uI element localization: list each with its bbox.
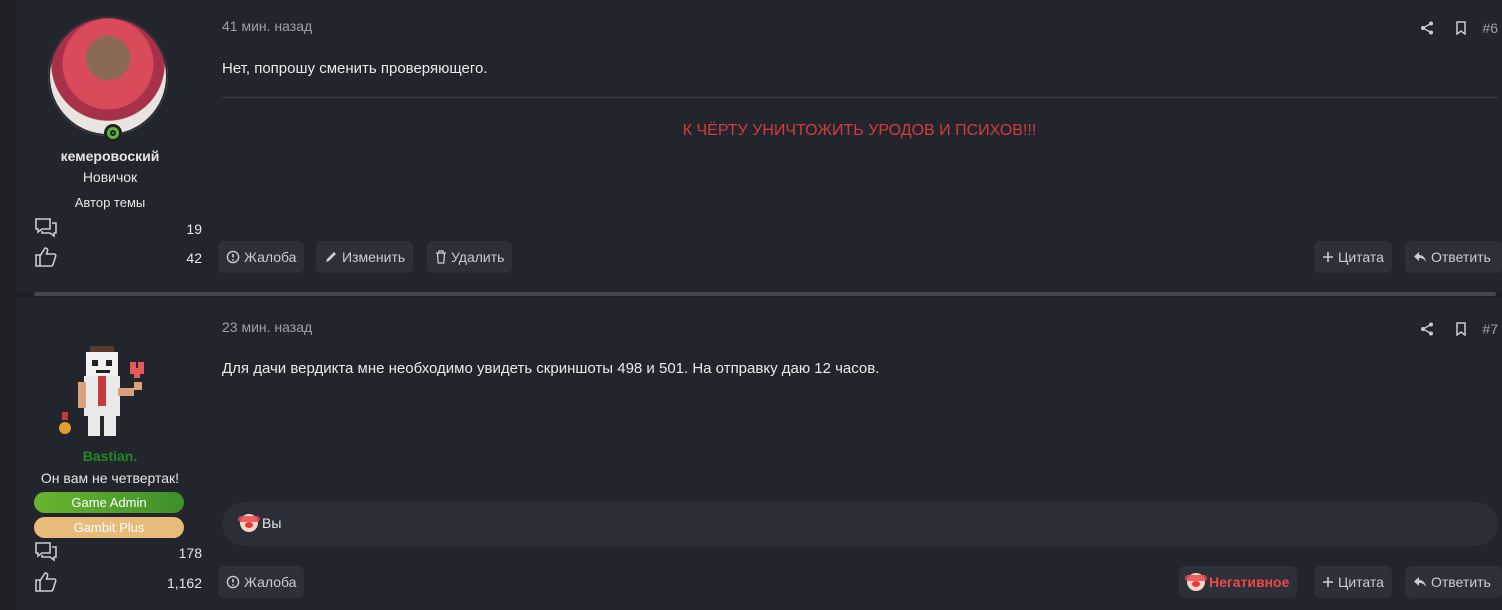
post-time[interactable]: 41 мин. назад xyxy=(222,18,312,34)
post-separator xyxy=(34,292,1496,296)
plus-icon xyxy=(1323,577,1333,587)
reactions-count: 42 xyxy=(186,250,202,266)
messages-icon xyxy=(35,218,57,238)
clown-reaction-icon xyxy=(238,514,260,532)
post-number[interactable]: #7 xyxy=(1482,321,1498,337)
thumbs-up-icon xyxy=(35,572,57,592)
delete-button[interactable]: Удалить xyxy=(427,241,513,273)
reply-icon xyxy=(1414,252,1426,262)
reply-button[interactable]: Ответить xyxy=(1405,566,1502,598)
messages-count: 178 xyxy=(178,545,202,561)
post-7: Bastian. Он вам не четвертак! Game Admin… xyxy=(16,298,1502,610)
share-icon[interactable] xyxy=(1410,18,1444,38)
reactions-bar[interactable]: Вы xyxy=(222,502,1498,546)
report-button[interactable]: Жалоба xyxy=(218,241,305,273)
badge-game-admin: Game Admin xyxy=(34,492,184,513)
user-rank: Он вам не четвертак! xyxy=(40,470,180,486)
messages-icon xyxy=(35,542,57,562)
quote-button[interactable]: Цитата xyxy=(1314,241,1392,273)
stat-reactions: 1,162 xyxy=(34,571,204,595)
post-actions: #6 xyxy=(1410,18,1498,38)
reply-label: Ответить xyxy=(1431,249,1491,265)
user-subrank: Автор темы xyxy=(74,195,146,210)
negative-reaction-label: Негативное xyxy=(1209,574,1290,590)
delete-label: Удалить xyxy=(451,249,505,265)
pencil-icon xyxy=(326,252,336,262)
stat-messages: 19 xyxy=(34,217,204,241)
post-time[interactable]: 23 мин. назад xyxy=(222,319,312,335)
username[interactable]: Bastian. xyxy=(16,448,204,464)
edit-button[interactable]: Изменить xyxy=(316,241,414,273)
quote-label: Цитата xyxy=(1338,249,1384,265)
trash-icon xyxy=(436,250,446,264)
messages-count: 19 xyxy=(186,221,202,237)
avatar[interactable] xyxy=(48,342,170,464)
badge-gambit-plus: Gambit Plus xyxy=(34,517,184,538)
stat-messages: 178 xyxy=(34,541,204,565)
post-actions: #7 xyxy=(1410,319,1498,339)
stat-reactions: 42 xyxy=(34,246,204,270)
negative-reaction-button[interactable]: Негативное xyxy=(1179,566,1298,598)
quote-button[interactable]: Цитата xyxy=(1314,566,1392,598)
signature-divider xyxy=(222,97,1497,98)
report-label: Жалоба xyxy=(244,249,297,265)
avatar-image xyxy=(48,16,168,136)
post-6: кемеровоский Новичок Автор темы 19 42 41… xyxy=(16,0,1502,292)
bookmark-icon[interactable] xyxy=(1444,18,1478,38)
report-button[interactable]: Жалоба xyxy=(218,566,305,598)
avatar[interactable] xyxy=(48,16,170,142)
bookmark-icon[interactable] xyxy=(1444,319,1478,339)
online-status-icon xyxy=(104,124,122,142)
reply-button[interactable]: Ответить xyxy=(1405,241,1502,273)
edit-label: Изменить xyxy=(342,249,406,265)
thumbs-up-icon xyxy=(35,247,57,267)
reactions-count: 1,162 xyxy=(166,575,202,591)
reply-icon xyxy=(1414,577,1426,587)
plus-icon xyxy=(1323,252,1333,262)
reactions-users[interactable]: Вы xyxy=(262,515,281,531)
user-rank: Новичок xyxy=(82,169,138,185)
clown-reaction-icon xyxy=(1185,573,1207,591)
signature: К ЧЁРТУ УНИЧТОЖИТЬ УРОДОВ И ПСИХОВ!!! xyxy=(682,122,1037,139)
pixel-avatar-image xyxy=(59,346,144,436)
share-icon[interactable] xyxy=(1410,319,1444,339)
post-message: Нет, попрошу сменить проверяющего. xyxy=(222,60,488,77)
quote-label: Цитата xyxy=(1338,574,1384,590)
username[interactable]: кемеровоский xyxy=(16,148,204,164)
post-number[interactable]: #6 xyxy=(1482,20,1498,36)
report-label: Жалоба xyxy=(244,574,297,590)
alert-icon xyxy=(226,250,240,264)
alert-icon xyxy=(226,575,240,589)
post-message: Для дачи вердикта мне необходимо увидеть… xyxy=(222,360,880,377)
reply-label: Ответить xyxy=(1431,574,1491,590)
